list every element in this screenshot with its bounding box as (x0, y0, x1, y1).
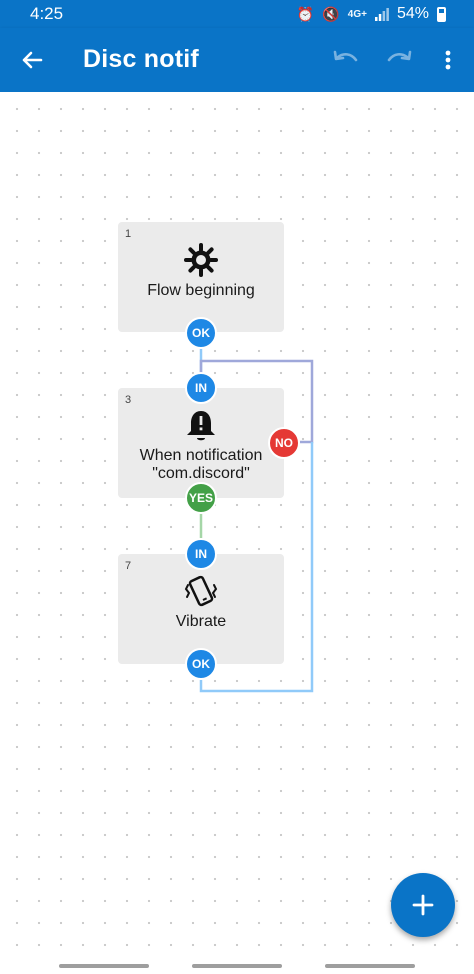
nav-back-button[interactable] (325, 964, 415, 968)
block-number: 3 (125, 394, 132, 406)
block-label-line-1: When notification (139, 447, 263, 464)
port-ok[interactable]: OK (185, 648, 217, 680)
system-nav-bar (0, 962, 474, 974)
add-block-button[interactable] (391, 873, 455, 937)
block-label: Flow beginning (147, 282, 255, 299)
block-number: 7 (125, 560, 132, 572)
gear-icon (184, 243, 218, 277)
port-in[interactable]: IN (185, 372, 217, 404)
port-in[interactable]: IN (185, 538, 217, 570)
nav-recents-button[interactable] (59, 964, 149, 968)
port-ok[interactable]: OK (185, 317, 217, 349)
block-label: Vibrate (175, 613, 227, 630)
port-no[interactable]: NO (268, 427, 300, 459)
flow-block-beginning[interactable]: 1 Flow beginning (118, 222, 284, 332)
nav-home-button[interactable] (192, 964, 282, 968)
bell-alert-icon (187, 411, 215, 441)
vibrate-phone-icon (184, 575, 218, 607)
block-label-line-2: "com.discord" (152, 465, 250, 482)
block-number: 1 (125, 228, 132, 240)
port-yes[interactable]: YES (185, 482, 217, 514)
plus-icon (412, 894, 434, 916)
